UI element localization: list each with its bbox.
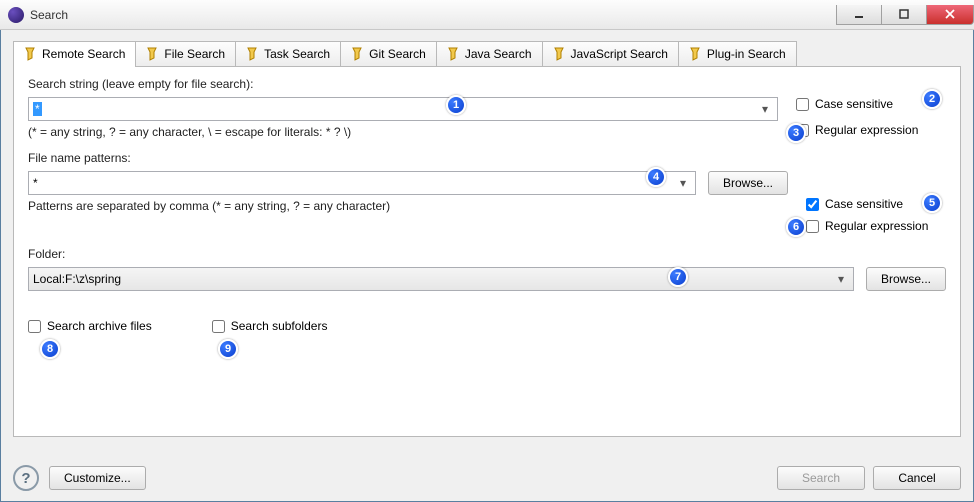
search-subfolders-checkbox[interactable]: Search subfolders — [212, 319, 328, 333]
chevron-down-icon[interactable]: ▾ — [757, 102, 773, 116]
annotation-9: 9 — [218, 339, 238, 359]
tab-label: Plug-in Search — [707, 47, 786, 61]
file-name-patterns-label: File name patterns: — [28, 151, 946, 165]
regex-2-checkbox[interactable]: Regular expression — [806, 219, 946, 233]
case-sensitive-2-checkbox[interactable]: Case sensitive — [806, 197, 946, 211]
tab-label: Remote Search — [42, 47, 125, 61]
tab-label: File Search — [164, 47, 225, 61]
search-string-input[interactable]: * ▾ — [28, 97, 778, 121]
tab-label: Task Search — [264, 47, 330, 61]
flashlight-icon — [349, 46, 365, 62]
cancel-button[interactable]: Cancel — [873, 466, 961, 490]
case-sensitive-1-checkbox[interactable]: Case sensitive — [796, 97, 946, 111]
window-title: Search — [30, 8, 68, 22]
flashlight-icon — [687, 46, 703, 62]
flashlight-icon — [22, 46, 38, 62]
chevron-down-icon[interactable]: ▾ — [833, 272, 849, 286]
minimize-button[interactable] — [836, 5, 882, 25]
browse-folder-button[interactable]: Browse... — [866, 267, 946, 291]
tab-task-search[interactable]: Task Search — [235, 41, 341, 66]
search-button[interactable]: Search — [777, 466, 865, 490]
regex-1-checkbox[interactable]: Regular expression — [796, 123, 946, 137]
flashlight-icon — [244, 46, 260, 62]
tab-label: JavaScript Search — [571, 47, 668, 61]
close-button[interactable] — [926, 5, 974, 25]
flashlight-icon — [144, 46, 160, 62]
tab-javascript-search[interactable]: JavaScript Search — [542, 41, 679, 66]
search-archive-checkbox[interactable]: Search archive files — [28, 319, 152, 333]
tab-plugin-search[interactable]: Plug-in Search — [678, 41, 797, 66]
eclipse-icon — [8, 7, 24, 23]
folder-label: Folder: — [28, 247, 946, 261]
customize-button[interactable]: Customize... — [49, 466, 146, 490]
titlebar: Search — [0, 0, 974, 30]
file-name-patterns-input[interactable]: * ▾ — [28, 171, 696, 195]
maximize-button[interactable] — [881, 5, 927, 25]
annotation-8: 8 — [40, 339, 60, 359]
tab-label: Git Search — [369, 47, 426, 61]
tab-label: Java Search — [465, 47, 532, 61]
chevron-down-icon[interactable]: ▾ — [675, 176, 691, 190]
tab-git-search[interactable]: Git Search — [340, 41, 437, 66]
help-icon[interactable]: ? — [13, 465, 39, 491]
browse-patterns-button[interactable]: Browse... — [708, 171, 788, 195]
flashlight-icon — [445, 46, 461, 62]
search-string-label: Search string (leave empty for file sear… — [28, 77, 946, 91]
patterns-hint: Patterns are separated by comma (* = any… — [28, 199, 788, 213]
remote-search-panel: Search string (leave empty for file sear… — [13, 67, 961, 437]
tab-remote-search[interactable]: Remote Search — [13, 41, 136, 66]
search-string-hint: (* = any string, ? = any character, \ = … — [28, 125, 778, 139]
search-tabstrip: Remote Search File Search Task Search Gi… — [13, 41, 961, 67]
tab-file-search[interactable]: File Search — [135, 41, 236, 66]
folder-input[interactable]: Local:F:\z\spring ▾ — [28, 267, 854, 291]
tab-java-search[interactable]: Java Search — [436, 41, 543, 66]
flashlight-icon — [551, 46, 567, 62]
